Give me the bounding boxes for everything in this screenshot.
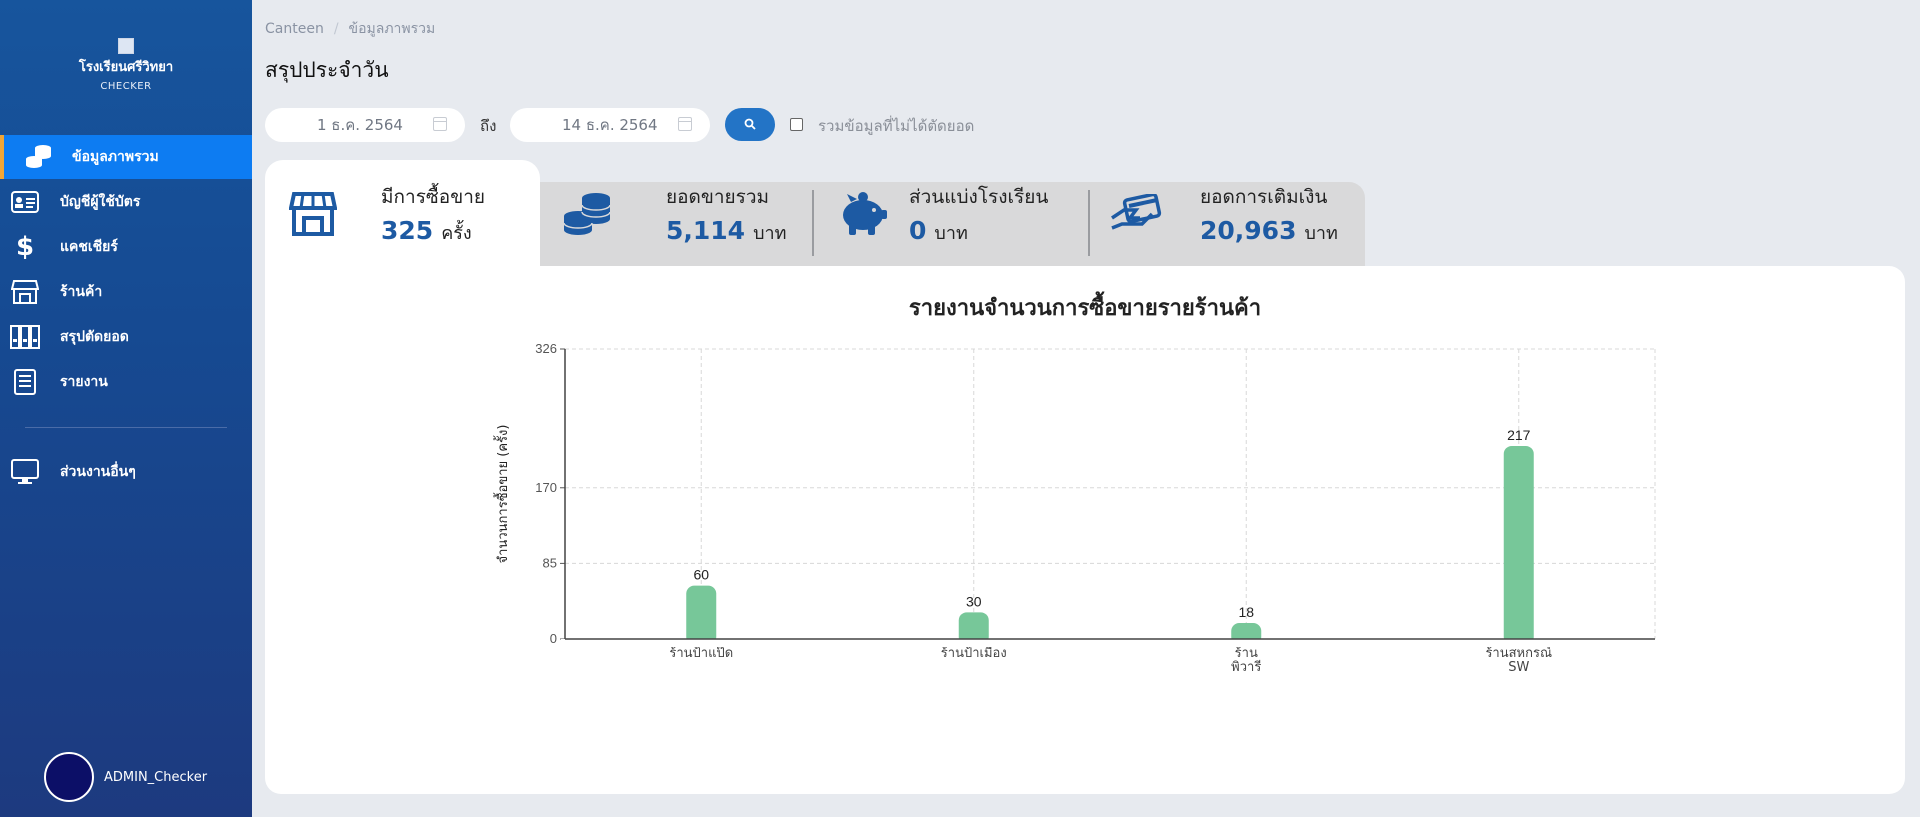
- date-to-input[interactable]: 14 ธ.ค. 2564: [510, 108, 710, 142]
- breadcrumb-root[interactable]: Canteen: [265, 21, 324, 37]
- transactions-bar-chart: 0 85 170 326 60 ร้านป้าแป๊ด 30 ร้านป้าเมือง 18 ร้…: [493, 341, 1659, 675]
- x-tick-label: พิวารี: [1231, 659, 1261, 675]
- stat-label: ยอดขายรวม: [666, 185, 770, 208]
- date-to-label: ถึง: [480, 117, 497, 135]
- x-tick-label: ร้านป้าแป๊ด: [669, 646, 733, 661]
- school-logo[interactable]: โรงเรียนศรีวิทยา CHECKER: [0, 38, 252, 92]
- card-hand-icon: [1108, 186, 1164, 242]
- sidebar-item-label: ข้อมูลภาพรวม: [72, 149, 159, 165]
- stat-school-share[interactable]: ส่วนแบ่งโรงเรียน 0 บาท: [835, 160, 1048, 268]
- y-tick-label: 326: [535, 341, 557, 356]
- calendar-icon: [678, 117, 692, 131]
- date-to-value: 14 ธ.ค. 2564: [562, 116, 658, 134]
- breadcrumb-current: ข้อมูลภาพรวม: [348, 21, 436, 37]
- stat-divider: [1088, 190, 1090, 256]
- bar: [686, 585, 717, 645]
- page-title: สรุปประจำวัน: [265, 58, 389, 82]
- sidebar-item-overview[interactable]: ข้อมูลภาพรวม: [0, 135, 252, 179]
- brand-name: CHECKER: [100, 81, 152, 92]
- x-tick-label: ร้าน: [1235, 646, 1258, 661]
- report-icon: [10, 367, 40, 397]
- bar-value-label: 60: [693, 567, 709, 583]
- x-tick-label: SW: [1508, 660, 1529, 675]
- y-tick-label: 0: [550, 631, 557, 646]
- sidebar-item-other[interactable]: ส่วนงานอื่นๆ: [0, 450, 252, 494]
- store-icon: [285, 186, 341, 242]
- stat-label: ยอดการเติมเงิน: [1200, 185, 1328, 208]
- store-icon: [10, 277, 40, 307]
- stat-label: ส่วนแบ่งโรงเรียน: [909, 185, 1049, 208]
- date-from-input[interactable]: 1 ธ.ค. 2564: [265, 108, 465, 142]
- avatar: [44, 752, 94, 802]
- nav-divider: [25, 427, 227, 428]
- stat-value: 5,114: [666, 215, 746, 245]
- stat-value: 325: [381, 215, 434, 245]
- logo-image: [118, 38, 134, 54]
- monitor-icon: [10, 457, 40, 487]
- sidebar: โรงเรียนศรีวิทยา CHECKER ข้อมูลภาพรวม บั…: [0, 0, 252, 817]
- sidebar-item-label: แคชเชียร์: [60, 239, 118, 255]
- x-tick-label: ร้านสหกรณ์: [1485, 645, 1552, 661]
- stat-unit: ครั้ง: [441, 222, 472, 244]
- id-card-icon: [10, 187, 40, 217]
- include-unsettled-checkbox[interactable]: [790, 118, 803, 131]
- y-tick-label: 85: [543, 555, 557, 570]
- sidebar-item-label: บัญชีผู้ใช้บัตร: [60, 194, 141, 210]
- bar-value-label: 18: [1238, 604, 1254, 620]
- breadcrumb-separator: /: [333, 21, 339, 37]
- school-name: โรงเรียนศรีวิทยา: [78, 60, 174, 75]
- binders-icon: [10, 322, 40, 352]
- dollar-icon: $: [15, 232, 35, 262]
- y-axis-label: จำนวนการซื้อขาย (ครั้ง): [493, 425, 511, 564]
- stat-divider: [812, 190, 814, 256]
- x-tick-label: ร้านป้าเมือง: [941, 645, 1007, 661]
- sidebar-item-label: สรุปตัดยอด: [60, 329, 129, 345]
- stat-unit: บาท: [1304, 222, 1338, 244]
- stat-unit: บาท: [753, 222, 787, 244]
- piggy-bank-icon: [835, 186, 891, 242]
- stat-topups[interactable]: ยอดการเติมเงิน 20,963 บาท: [1108, 160, 1338, 268]
- sidebar-item-label: ร้านค้า: [60, 284, 103, 300]
- stat-unit: บาท: [934, 222, 968, 244]
- search-button[interactable]: [725, 108, 775, 141]
- sidebar-item-summary[interactable]: สรุปตัดยอด: [0, 315, 252, 359]
- stat-value: 0: [909, 215, 927, 245]
- bar-value-label: 30: [966, 593, 982, 609]
- coins-icon: [560, 186, 616, 242]
- stat-label: มีการซื้อขาย: [381, 185, 485, 208]
- bar-value-label: 217: [1507, 427, 1531, 443]
- date-from-value: 1 ธ.ค. 2564: [317, 116, 403, 134]
- include-unsettled-label: รวมข้อมูลที่ไม่ได้ตัดยอด: [818, 117, 975, 135]
- sidebar-item-cashier[interactable]: $ แคชเชียร์: [0, 225, 252, 269]
- coins-icon: [24, 142, 54, 172]
- search-icon: [744, 115, 756, 134]
- sidebar-item-reports[interactable]: รายงาน: [0, 360, 252, 404]
- sidebar-item-label: ส่วนงานอื่นๆ: [60, 464, 136, 480]
- breadcrumb: Canteen / ข้อมูลภาพรวม: [265, 18, 435, 40]
- axis-mask: [561, 639, 1659, 647]
- sidebar-item-accounts[interactable]: บัญชีผู้ใช้บัตร: [0, 180, 252, 224]
- user-name: ADMIN_Checker: [104, 769, 208, 785]
- stat-total-sales[interactable]: ยอดขายรวม 5,114 บาท: [560, 160, 786, 268]
- sidebar-item-stores[interactable]: ร้านค้า: [0, 270, 252, 314]
- user-profile[interactable]: ADMIN_Checker: [44, 752, 207, 802]
- bar: [1503, 445, 1534, 645]
- stat-transactions: มีการซื้อขาย 325 ครั้ง: [285, 160, 485, 268]
- sidebar-item-label: รายงาน: [60, 374, 108, 390]
- stat-value: 20,963: [1200, 215, 1297, 245]
- calendar-icon: [433, 117, 447, 131]
- y-tick-label: 170: [535, 480, 557, 495]
